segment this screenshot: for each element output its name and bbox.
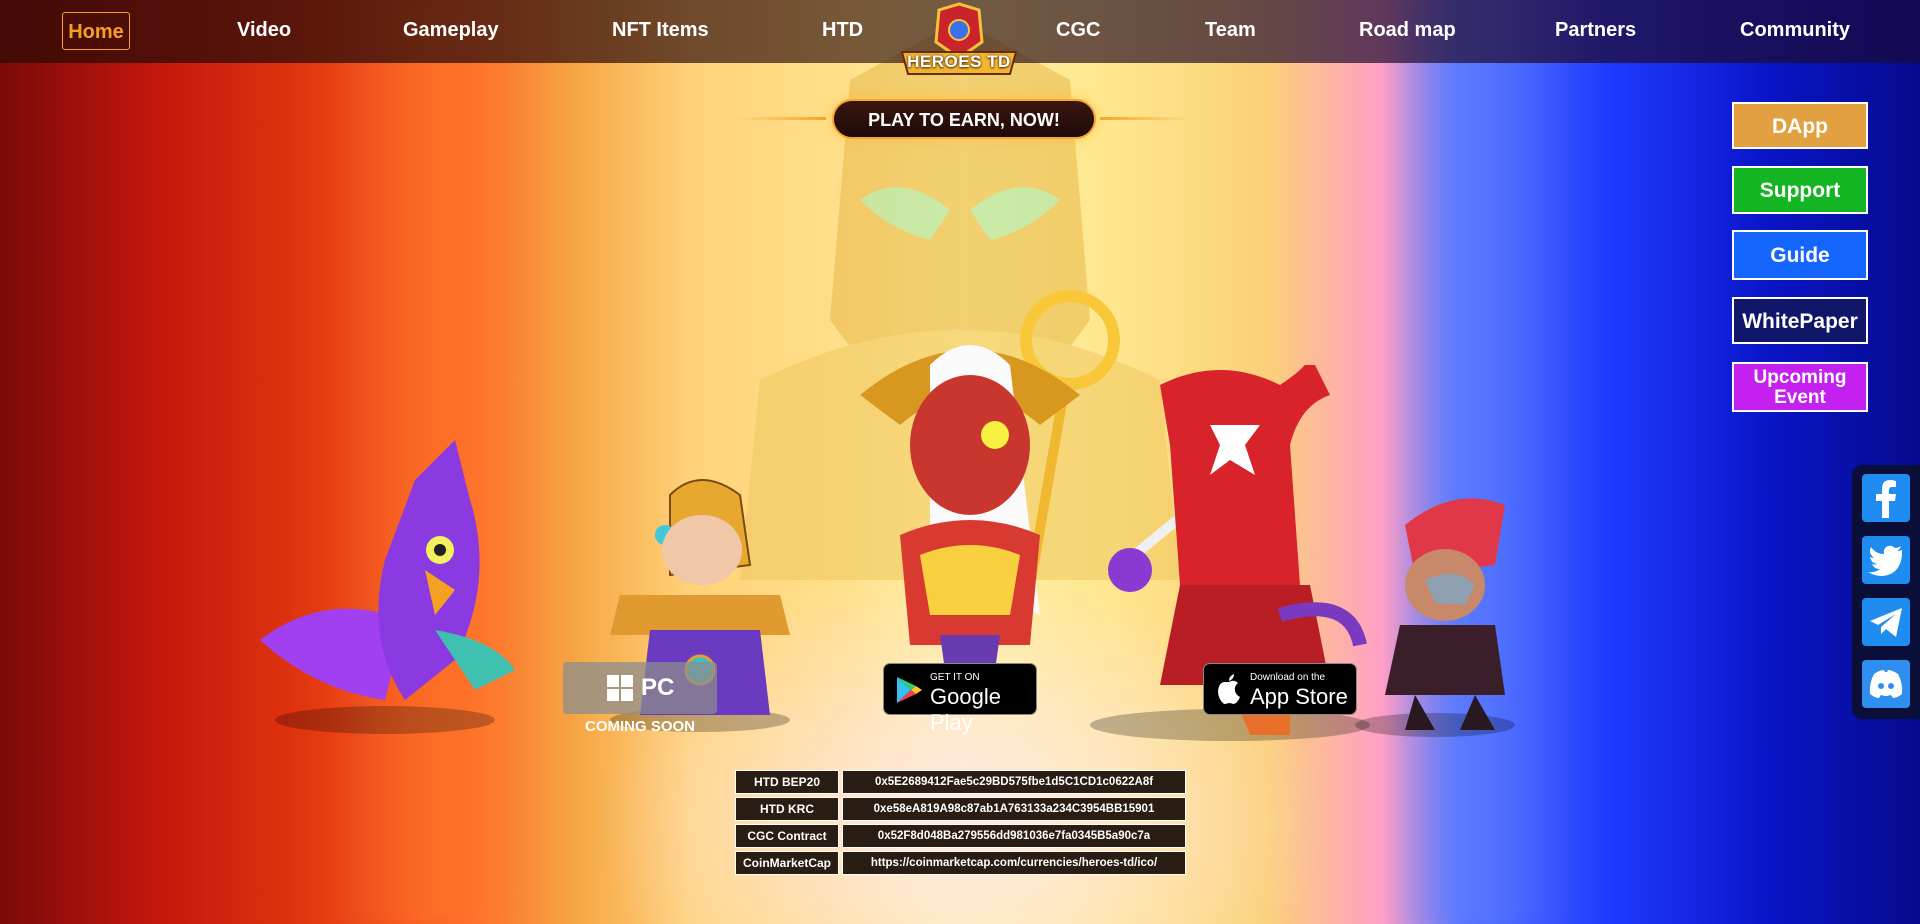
windows-icon [607, 675, 633, 701]
contract-label: HTD KRC [735, 797, 839, 821]
play-to-earn-banner[interactable]: PLAY TO EARN, NOW! [832, 99, 1096, 139]
apple-icon [1218, 674, 1240, 704]
heroes-td-logo[interactable]: HEROES TD [894, 2, 1024, 86]
contract-value[interactable]: 0x5E2689412Fae5c29BD575fbe1d5C1CD1c0622A… [842, 770, 1186, 794]
guide-button[interactable]: Guide [1732, 230, 1868, 280]
nav-nft-items[interactable]: NFT Items [612, 19, 709, 42]
coinmarketcap-link[interactable]: https://coinmarketcap.com/currencies/her… [842, 851, 1186, 875]
contract-label: HTD BEP20 [735, 770, 839, 794]
table-row: HTD BEP20 0x5E2689412Fae5c29BD575fbe1d5C… [735, 770, 1186, 794]
pc-label: PC [641, 674, 675, 701]
bird-hero-character [260, 440, 515, 734]
nav-team[interactable]: Team [1205, 19, 1256, 42]
nav-gameplay[interactable]: Gameplay [403, 19, 499, 42]
contract-label: CGC Contract [735, 824, 839, 848]
social-links [1852, 465, 1920, 719]
light-beam-right [1390, 0, 1570, 924]
nav-partners[interactable]: Partners [1555, 19, 1636, 42]
dapp-button[interactable]: DApp [1732, 102, 1868, 149]
twitter-icon[interactable] [1862, 536, 1910, 584]
banner-line-left [736, 117, 826, 120]
banner-line-right [1100, 117, 1190, 120]
app-store-button[interactable]: Download on the App Store [1203, 663, 1357, 715]
nav-cgc[interactable]: CGC [1056, 19, 1100, 42]
google-play-button[interactable]: GET IT ON Google Play [883, 663, 1037, 735]
contract-value[interactable]: 0x52F8d048Ba279556dd981036e7fa0345B5a90c… [842, 824, 1186, 848]
nav-home[interactable]: Home [62, 12, 130, 50]
nav-community[interactable]: Community [1740, 19, 1850, 42]
coming-soon-label: COMING SOON [584, 718, 695, 735]
whitepaper-button[interactable]: WhitePaper [1732, 297, 1868, 344]
contract-label: CoinMarketCap [735, 851, 839, 875]
app-store-big-text: App Store [1250, 684, 1348, 709]
telegram-icon[interactable] [1862, 598, 1910, 646]
google-play-big-text: Google Play [930, 684, 1001, 735]
logo-text: HEROES TD [907, 52, 1011, 71]
nav-video[interactable]: Video [237, 19, 291, 42]
contract-table: HTD BEP20 0x5E2689412Fae5c29BD575fbe1d5C… [732, 767, 1189, 878]
nav-htd[interactable]: HTD [822, 19, 863, 42]
ninja-hero-character [1355, 498, 1515, 737]
google-play-icon [897, 677, 922, 703]
support-button[interactable]: Support [1732, 166, 1868, 214]
google-play-small-text: GET IT ON [930, 672, 980, 683]
app-store-small-text: Download on the [1250, 672, 1326, 683]
contract-value[interactable]: 0xe58eA819A98c87ab1A763133a234C3954BB159… [842, 797, 1186, 821]
table-row: CoinMarketCap https://coinmarketcap.com/… [735, 851, 1186, 875]
table-row: CGC Contract 0x52F8d048Ba279556dd981036e… [735, 824, 1186, 848]
pc-download-button[interactable]: PC [563, 662, 717, 714]
upcoming-event-button[interactable]: Upcoming Event [1732, 362, 1868, 412]
facebook-icon[interactable] [1862, 474, 1910, 522]
discord-icon[interactable] [1862, 660, 1910, 708]
table-row: HTD KRC 0xe58eA819A98c87ab1A763133a234C3… [735, 797, 1186, 821]
nav-road-map[interactable]: Road map [1359, 19, 1456, 42]
